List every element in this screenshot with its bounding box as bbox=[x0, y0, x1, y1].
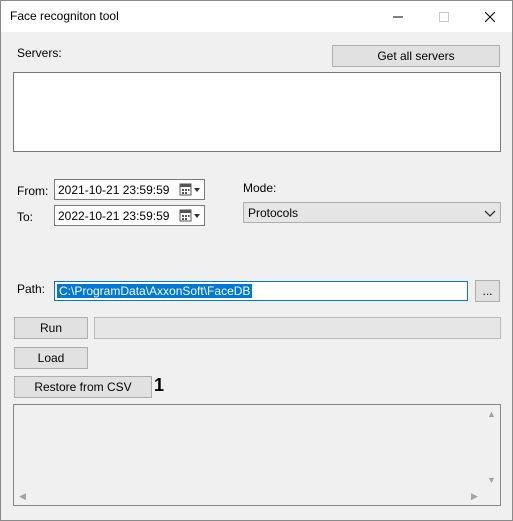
title-bar[interactable]: Face recogniton tool bbox=[1, 1, 512, 32]
to-label: To: bbox=[17, 210, 34, 224]
progress-bar bbox=[94, 317, 501, 339]
mode-select[interactable]: Protocols bbox=[243, 202, 501, 223]
path-label: Path: bbox=[17, 282, 46, 296]
servers-list[interactable] bbox=[13, 72, 501, 152]
mode-label: Mode: bbox=[243, 181, 277, 195]
load-button[interactable]: Load bbox=[14, 347, 88, 369]
close-icon bbox=[485, 11, 495, 22]
calendar-dropdown-icon[interactable] bbox=[178, 208, 202, 223]
scroll-left-icon[interactable]: ◀ bbox=[14, 488, 31, 505]
from-date-value: 2021-10-21 23:59:59 bbox=[58, 183, 170, 197]
vertical-scrollbar[interactable]: ▲ ▼ bbox=[483, 405, 500, 488]
get-all-servers-button[interactable]: Get all servers bbox=[332, 45, 500, 67]
minimize-icon bbox=[393, 16, 403, 17]
restore-from-csv-button[interactable]: Restore from CSV bbox=[14, 376, 152, 398]
browse-button[interactable]: ... bbox=[475, 280, 500, 302]
annotation-marker: 1 bbox=[154, 375, 165, 395]
minimize-button[interactable] bbox=[375, 1, 421, 32]
from-label: From: bbox=[17, 184, 49, 198]
run-button[interactable]: Run bbox=[14, 317, 88, 339]
horizontal-scrollbar[interactable]: ◀ ▶ bbox=[14, 488, 483, 505]
path-input[interactable]: C:\ProgramData\AxxonSoft\FaceDB bbox=[54, 281, 468, 301]
path-value: C:\ProgramData\AxxonSoft\FaceDB bbox=[57, 284, 253, 298]
from-date-picker[interactable]: 2021-10-21 23:59:59 bbox=[54, 179, 205, 200]
to-date-picker[interactable]: 2022-10-21 23:59:59 bbox=[54, 205, 205, 226]
calendar-dropdown-icon[interactable] bbox=[178, 182, 202, 197]
scroll-up-icon[interactable]: ▲ bbox=[483, 405, 500, 422]
to-date-value: 2022-10-21 23:59:59 bbox=[58, 209, 170, 223]
scrollbar-corner bbox=[483, 488, 500, 505]
close-button[interactable] bbox=[467, 1, 513, 32]
chevron-down-icon bbox=[484, 210, 496, 217]
mode-selected-value: Protocols bbox=[248, 206, 299, 220]
scroll-right-icon[interactable]: ▶ bbox=[466, 488, 483, 505]
log-output-area[interactable]: ▲ ▼ ◀ ▶ bbox=[13, 404, 501, 506]
window-title: Face recogniton tool bbox=[10, 9, 119, 23]
maximize-icon bbox=[439, 11, 449, 22]
servers-label: Servers: bbox=[17, 46, 62, 60]
app-window: Face recogniton tool Servers: Get all se… bbox=[0, 0, 513, 521]
scroll-down-icon[interactable]: ▼ bbox=[483, 471, 500, 488]
maximize-button[interactable] bbox=[421, 1, 467, 32]
